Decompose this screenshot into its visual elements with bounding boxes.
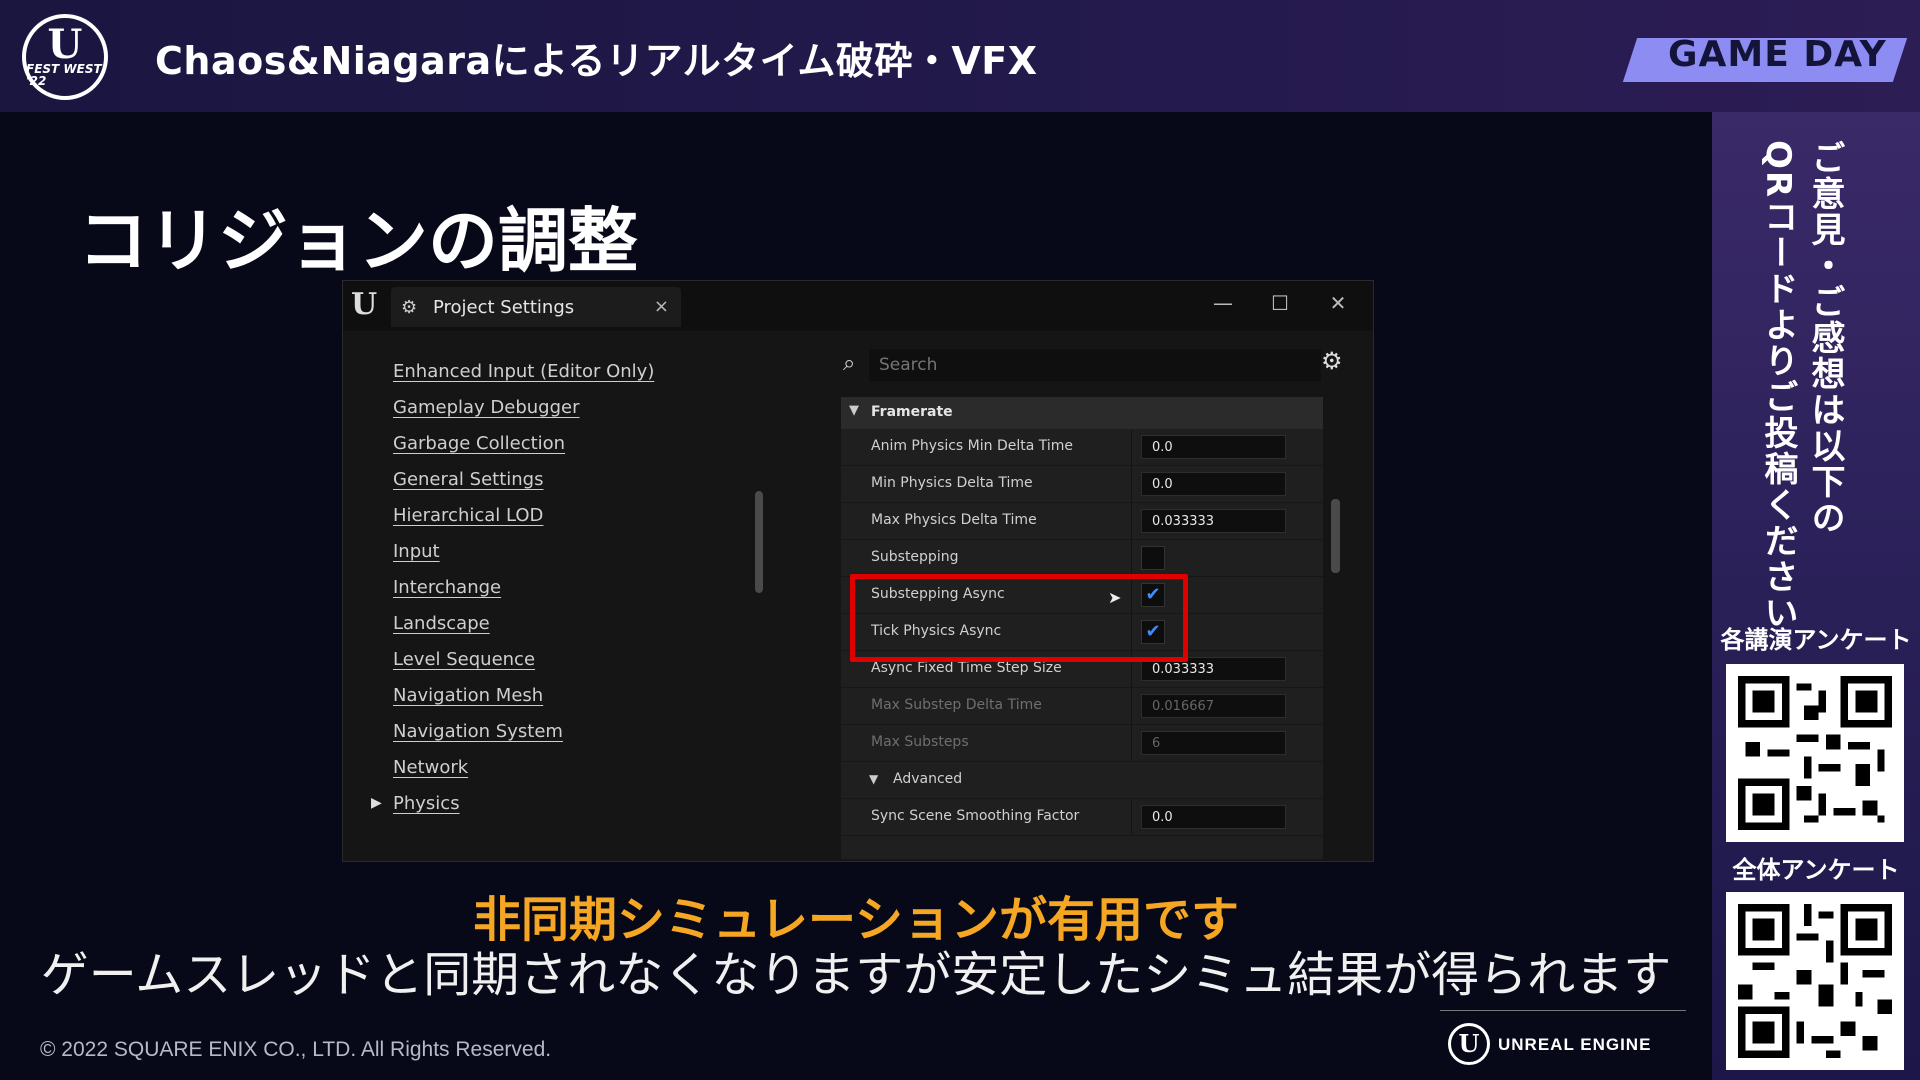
property-label: Async Fixed Time Step Size [871,660,1062,676]
nav-item-gameplay-debugger[interactable]: Gameplay Debugger [393,397,580,418]
nav-item-interchange[interactable]: Interchange [393,577,501,598]
column-divider [1131,799,1132,835]
max-substeps-field: 6 [1141,731,1286,755]
maximize-button[interactable]: ☐ [1265,291,1295,315]
property-label: Sync Scene Smoothing Factor [871,808,1080,824]
window-close-button[interactable]: ✕ [1323,291,1353,315]
property-row: Max Substep Delta Time 0.016667 [841,688,1323,725]
project-settings-window: U ⚙ Project Settings × — ☐ ✕ Enhanced In… [342,280,1374,862]
column-divider [1131,688,1132,724]
fest-logo-text: FEST WEST '22 [26,62,102,88]
nav-item-navigation-system[interactable]: Navigation System [393,721,563,742]
property-label: Max Physics Delta Time [871,512,1037,528]
search-bar: ⌕ [843,349,1323,381]
substepping-checkbox[interactable] [1141,546,1165,570]
qr-label-session: 各講演アンケート [1720,626,1912,654]
property-label: Max Substep Delta Time [871,697,1042,713]
collapse-arrow-icon: ▼ [849,403,859,418]
qr-code-icon [1738,904,1892,1058]
nav-scrollbar[interactable] [755,491,763,593]
survey-prompt-line1: ご意見・ご感想は以下の [1805,140,1845,536]
tab-close-button[interactable]: × [654,296,669,317]
nav-item-general-settings[interactable]: General Settings [393,469,544,490]
nav-item-landscape[interactable]: Landscape [393,613,490,634]
property-label: Min Physics Delta Time [871,475,1033,491]
slide-title: コリジョンの調整 [78,200,638,282]
qr-code-icon [1738,676,1892,830]
unreal-engine-logo-text: UNREAL ENGINE [1498,1035,1652,1054]
settings-cube-icon: ⚙ [401,297,418,318]
panel-scrollbar[interactable] [1331,499,1340,573]
gear-icon[interactable]: ⚙ [1321,347,1343,375]
sync-scene-smoothing-field[interactable]: 0.0 [1141,805,1286,829]
fest-logo-mark: U [47,21,83,68]
session-title: Chaos&Niagaraによるリアルタイム破砕・VFX [155,39,1038,83]
subcategory-advanced[interactable]: ▼ Advanced [841,762,1323,799]
nav-item-physics[interactable]: Physics [393,793,460,814]
highlight-box [850,574,1188,662]
search-input[interactable] [869,349,1321,381]
minimize-button[interactable]: — [1208,291,1238,315]
qr-code-session[interactable] [1726,664,1904,842]
property-row: Min Physics Delta Time 0.0 [841,466,1323,503]
column-divider [1131,429,1132,465]
tab-project-settings[interactable]: ⚙ Project Settings × [391,287,681,327]
property-row: Anim Physics Min Delta Time 0.0 [841,429,1323,466]
column-divider [1131,725,1132,761]
unreal-engine-logo-icon: U [1448,1023,1490,1065]
max-physics-delta-field[interactable]: 0.033333 [1141,509,1286,533]
column-divider [1131,466,1132,502]
collapse-arrow-icon: ▼ [869,772,879,786]
category-label: Framerate [871,404,953,420]
header-bar: U FEST WEST '22 Chaos&Niagaraによるリアルタイム破砕… [0,0,1920,112]
property-label: Anim Physics Min Delta Time [871,438,1074,454]
column-divider [1131,540,1132,576]
column-divider [1131,503,1132,539]
category-header-framerate[interactable]: ▼ Framerate [841,397,1323,429]
nav-item-garbage-collection[interactable]: Garbage Collection [393,433,565,454]
property-label: Max Substeps [871,734,969,750]
property-row: Max Physics Delta Time 0.033333 [841,503,1323,540]
unreal-logo-icon: U [351,287,378,322]
property-row: Substepping [841,540,1323,577]
subcategory-label: Advanced [893,771,963,787]
property-label: Substepping [871,549,959,565]
property-row: Max Substeps 6 [841,725,1323,762]
caption-body: ゲームスレッドと同期されなくなりますが安定したシミュ結果が得られます [40,947,1672,1003]
min-physics-delta-field[interactable]: 0.0 [1141,472,1286,496]
nav-item-enhanced-input[interactable]: Enhanced Input (Editor Only) [393,361,654,382]
nav-item-navigation-mesh[interactable]: Navigation Mesh [393,685,543,706]
survey-prompt-line2: QRコードよりご投稿ください [1758,140,1798,632]
divider [1440,1010,1686,1011]
anim-physics-min-delta-field[interactable]: 0.0 [1141,435,1286,459]
mouse-cursor-icon: ➤ [1108,588,1122,607]
nav-item-hierarchical-lod[interactable]: Hierarchical LOD [393,505,543,526]
search-icon: ⌕ [843,351,856,376]
qr-code-overall[interactable] [1726,892,1904,1070]
game-day-badge: GAME DAY [1668,34,1887,75]
copyright-text: © 2022 SQUARE ENIX CO., LTD. All Rights … [40,1038,552,1061]
nav-item-network[interactable]: Network [393,757,468,778]
window-tabstrip: U ⚙ Project Settings × — ☐ ✕ [343,281,1373,331]
nav-item-input[interactable]: Input [393,541,440,562]
qr-label-overall: 全体アンケート [1732,856,1900,884]
nav-item-level-sequence[interactable]: Level Sequence [393,649,535,670]
max-substep-delta-field: 0.016667 [1141,694,1286,718]
tab-label: Project Settings [433,297,575,318]
fest-logo: U FEST WEST '22 [22,14,108,100]
property-row: Sync Scene Smoothing Factor 0.0 [841,799,1323,836]
expand-arrow-icon[interactable]: ▶ [371,795,382,811]
